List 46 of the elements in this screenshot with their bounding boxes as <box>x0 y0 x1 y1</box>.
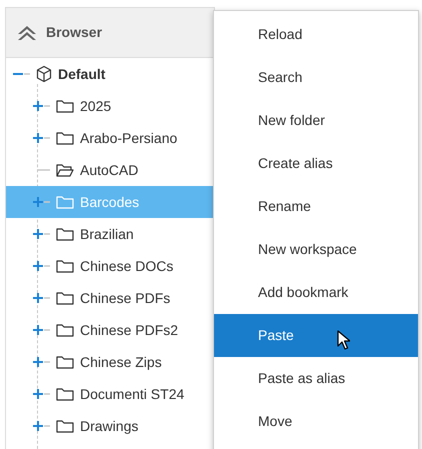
menu-item[interactable]: New folder <box>214 99 418 142</box>
menu-item[interactable]: Paste <box>214 314 418 357</box>
menu-item[interactable]: Add bookmark <box>214 271 418 314</box>
menu-item[interactable]: Rename <box>214 185 418 228</box>
folder-icon <box>56 354 74 370</box>
menu-item[interactable]: Search <box>214 56 418 99</box>
folder-icon <box>56 418 74 434</box>
expand-icon[interactable] <box>32 228 52 240</box>
folder-icon <box>56 130 74 146</box>
tree-item[interactable]: Chinese PDFs <box>6 282 214 314</box>
folder-icon <box>56 386 74 402</box>
tree-item[interactable]: Documenti ST24 <box>6 378 214 410</box>
tree-item[interactable]: 2025 <box>6 90 214 122</box>
folder-icon <box>56 194 74 210</box>
tree-item[interactable]: Chinese DOCs <box>6 250 214 282</box>
folder-icon <box>56 226 74 242</box>
mouse-cursor-icon <box>337 330 350 350</box>
menu-item[interactable]: Create alias <box>214 142 418 185</box>
menu-item[interactable]: Move <box>214 400 418 443</box>
tree-item[interactable]: Arabo-Persiano <box>6 122 214 154</box>
expand-icon[interactable] <box>32 356 52 368</box>
folder-icon <box>56 98 74 114</box>
menu-item[interactable]: Paste as alias <box>214 357 418 400</box>
folder-icon <box>56 290 74 306</box>
tree-item[interactable]: AutoCAD <box>6 154 214 186</box>
double-chevron-up-icon[interactable] <box>16 24 38 40</box>
cube-icon <box>35 65 53 83</box>
tree-item[interactable]: Chinese Zips <box>6 346 214 378</box>
expand-icon[interactable] <box>32 420 52 432</box>
expand-icon[interactable] <box>32 324 52 336</box>
tree-item[interactable]: Default <box>6 58 214 90</box>
menu-item[interactable]: Reload <box>214 13 418 56</box>
expand-icon[interactable] <box>32 292 52 304</box>
tree-item[interactable]: Brazilian <box>6 218 214 250</box>
tree-item[interactable]: Drawings <box>6 410 214 442</box>
panel-title: Browser <box>46 23 102 42</box>
expand-icon[interactable] <box>32 196 52 208</box>
open-folder-icon <box>56 162 74 178</box>
tree-item[interactable]: Chinese PDFs2 <box>6 314 214 346</box>
folder-icon <box>56 322 74 338</box>
expand-icon[interactable] <box>32 132 52 144</box>
folder-icon <box>56 258 74 274</box>
expand-icon[interactable] <box>32 100 52 112</box>
menu-item[interactable]: New workspace <box>214 228 418 271</box>
expand-icon[interactable] <box>32 388 52 400</box>
expand-icon[interactable] <box>32 260 52 272</box>
